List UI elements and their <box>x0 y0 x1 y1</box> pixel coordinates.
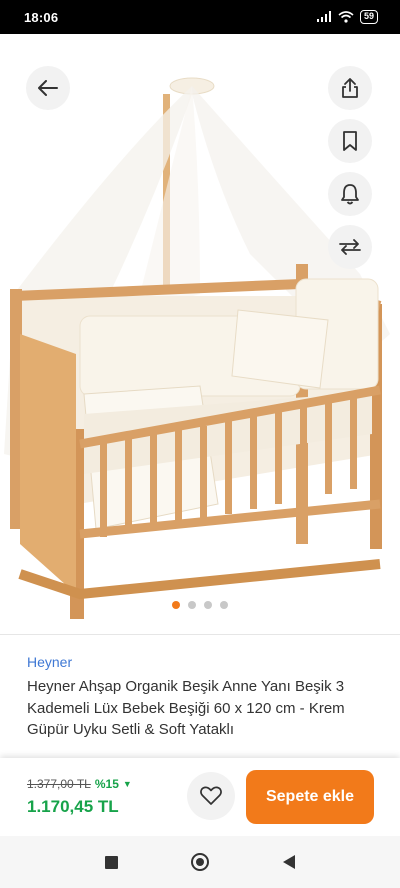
status-icons: 59 <box>316 10 378 24</box>
signal-icon <box>316 11 331 22</box>
old-price: 1.377,00 TL <box>27 777 91 791</box>
bookmark-icon <box>343 131 357 151</box>
pagination-dot[interactable] <box>204 601 212 609</box>
pagination-dot[interactable] <box>220 601 228 609</box>
back-triangle-icon[interactable] <box>283 855 296 869</box>
divider <box>0 634 400 635</box>
share-button[interactable] <box>328 66 372 110</box>
status-time: 18:06 <box>24 9 59 25</box>
bell-icon <box>341 184 359 205</box>
price-alarm-button[interactable] <box>328 172 372 216</box>
gallery-pagination <box>0 601 400 609</box>
old-price-row: 1.377,00 TL %15 ▼ <box>27 777 132 791</box>
back-arrow-icon <box>38 80 58 96</box>
compare-button[interactable] <box>328 225 372 269</box>
current-price: 1.170,45 TL <box>27 797 119 816</box>
bookmark-button[interactable] <box>328 119 372 163</box>
wifi-icon <box>338 11 354 23</box>
pagination-dot[interactable] <box>172 601 180 609</box>
add-to-cart-button[interactable]: Sepete ekle <box>246 770 374 824</box>
product-gallery[interactable] <box>0 34 400 624</box>
back-button[interactable] <box>26 66 70 110</box>
share-icon <box>342 78 358 98</box>
pagination-dot[interactable] <box>188 601 196 609</box>
home-icon[interactable] <box>191 853 210 871</box>
system-nav-bar <box>0 836 400 888</box>
battery-icon: 59 <box>359 10 378 24</box>
brand-link[interactable]: Heyner <box>27 654 72 670</box>
favorite-button[interactable] <box>187 772 235 820</box>
status-bar: 18:06 59 <box>0 0 400 34</box>
discount-badge: %15 <box>94 777 119 791</box>
purchase-bar: 1.377,00 TL %15 ▼ 1.170,45 TL Sepete ekl… <box>0 758 400 836</box>
recent-apps-icon[interactable] <box>104 855 118 869</box>
home-icon-dot <box>196 858 205 866</box>
heart-icon <box>200 786 222 805</box>
down-arrow-icon: ▼ <box>122 779 132 789</box>
product-title: Heyner Ahşap Organik Beşik Anne Yanı Beş… <box>27 678 345 738</box>
compare-icon <box>339 239 361 255</box>
